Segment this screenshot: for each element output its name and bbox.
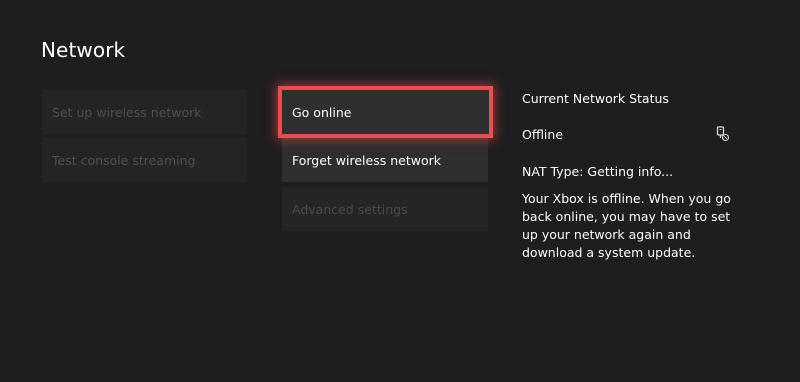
test-console-streaming-button[interactable]: Test console streaming [42,138,247,182]
set-up-wireless-network-label: Set up wireless network [52,104,202,120]
advanced-settings-button[interactable]: Advanced settings [282,187,488,231]
nat-type-text: NAT Type: Getting info... [522,164,674,179]
go-online-button[interactable]: Go online [278,86,493,138]
set-up-wireless-network-button[interactable]: Set up wireless network [42,90,247,134]
test-console-streaming-label: Test console streaming [52,152,196,168]
go-online-label: Go online [292,104,352,120]
network-status-title: Current Network Status [522,91,669,106]
advanced-settings-label: Advanced settings [292,201,408,217]
forget-wireless-network-label: Forget wireless network [292,152,441,168]
forget-wireless-network-button[interactable]: Forget wireless network [282,138,488,182]
network-status-description: Your Xbox is offline. When you go back o… [522,191,731,260]
page-title: Network [41,38,126,62]
network-status-icon [716,126,730,142]
network-status-value: Offline [522,127,564,142]
